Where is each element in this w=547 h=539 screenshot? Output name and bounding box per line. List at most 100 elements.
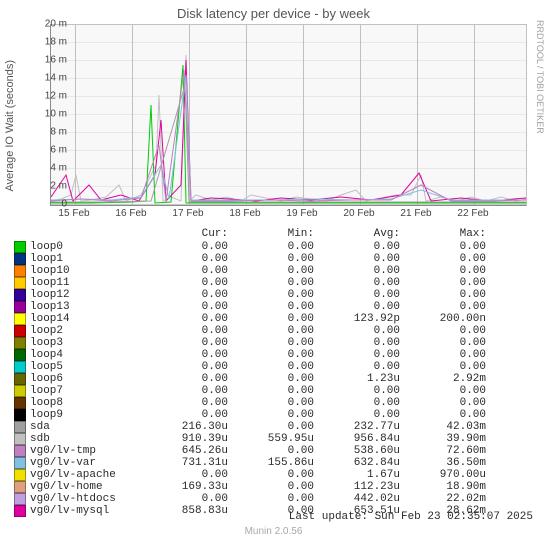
- cur-val: 0.00: [142, 301, 228, 313]
- legend-row: sda216.30u0.00232.77u42.03m: [14, 421, 486, 433]
- series-name: vg0/lv-tmp: [30, 445, 142, 457]
- cur-val: 0.00: [142, 349, 228, 361]
- min-val: 0.00: [228, 361, 314, 373]
- min-val: 0.00: [228, 373, 314, 385]
- series-name: vg0/lv-home: [30, 481, 142, 493]
- rrd-credit: RRDTOOL / TOBI OETIKER: [535, 20, 545, 134]
- series-name: vg0/lv-htdocs: [30, 493, 142, 505]
- swatch-icon: [14, 361, 26, 373]
- min-val: 0.00: [228, 349, 314, 361]
- series-name: sdb: [30, 433, 142, 445]
- series-name: loop4: [30, 349, 142, 361]
- cur-val: 0.00: [142, 361, 228, 373]
- cur-val: 0.00: [142, 397, 228, 409]
- avatar: 956.84u: [314, 433, 400, 445]
- swatch-icon: [14, 289, 26, 301]
- cur-val: 0.00: [142, 469, 228, 481]
- max-val: 0.00: [400, 301, 486, 313]
- swatch-icon: [14, 397, 26, 409]
- swatch-icon: [14, 325, 26, 337]
- chart-lines: [51, 25, 526, 205]
- swatch-icon: [14, 505, 26, 517]
- series-name: loop2: [30, 325, 142, 337]
- max-val: 0.00: [400, 409, 486, 421]
- cur-val: 0.00: [142, 241, 228, 253]
- legend-row: loop120.000.000.000.00: [14, 289, 486, 301]
- max-val: 0.00: [400, 325, 486, 337]
- legend-row: vg0/lv-var731.31u155.86u632.84u36.50m: [14, 457, 486, 469]
- legend-row: loop00.000.000.000.00: [14, 241, 486, 253]
- min-val: 0.00: [228, 325, 314, 337]
- cur-val: 0.00: [142, 493, 228, 505]
- swatch-icon: [14, 313, 26, 325]
- avatar: 0.00: [314, 301, 400, 313]
- ytick: 14 m: [45, 73, 67, 84]
- min-val: 0.00: [228, 397, 314, 409]
- series-name: loop11: [30, 277, 142, 289]
- ytick: 18 m: [45, 37, 67, 48]
- swatch-icon: [14, 241, 26, 253]
- cur-val: 910.39u: [142, 433, 228, 445]
- xtick: 15 Feb: [58, 208, 89, 219]
- min-val: 0.00: [228, 313, 314, 325]
- cur-val: 0.00: [142, 289, 228, 301]
- avatar: 112.23u: [314, 481, 400, 493]
- legend-row: vg0/lv-apache0.000.001.67u970.00u: [14, 469, 486, 481]
- avatar: 442.02u: [314, 493, 400, 505]
- legend-row: loop110.000.000.000.00: [14, 277, 486, 289]
- avatar: 0.00: [314, 265, 400, 277]
- last-update: Last update: Sun Feb 23 02:35:07 2025: [289, 511, 533, 523]
- avatar: 538.60u: [314, 445, 400, 457]
- min-val: 0.00: [228, 265, 314, 277]
- swatch-icon: [14, 481, 26, 493]
- xtick: 16 Feb: [115, 208, 146, 219]
- legend-row: loop70.000.000.000.00: [14, 385, 486, 397]
- ytick: 4 m: [50, 163, 67, 174]
- avatar: 0.00: [314, 325, 400, 337]
- series-name: loop13: [30, 301, 142, 313]
- swatch-icon: [14, 493, 26, 505]
- series-name: loop10: [30, 265, 142, 277]
- cur-val: 0.00: [142, 253, 228, 265]
- ytick: 2 m: [50, 181, 67, 192]
- min-val: 559.95u: [228, 433, 314, 445]
- min-val: 0.00: [228, 385, 314, 397]
- col-avg: Avg:: [314, 228, 400, 240]
- max-val: 0.00: [400, 361, 486, 373]
- swatch-icon: [14, 421, 26, 433]
- plot-area: [50, 24, 527, 206]
- max-val: 0.00: [400, 241, 486, 253]
- series-name: loop3: [30, 337, 142, 349]
- min-val: 0.00: [228, 277, 314, 289]
- xtick: 17 Feb: [172, 208, 203, 219]
- cur-val: 731.31u: [142, 457, 228, 469]
- cur-val: 0.00: [142, 373, 228, 385]
- swatch-icon: [14, 433, 26, 445]
- max-val: 0.00: [400, 289, 486, 301]
- min-val: 0.00: [228, 289, 314, 301]
- swatch-icon: [14, 265, 26, 277]
- col-cur: Cur:: [142, 228, 228, 240]
- avatar: 0.00: [314, 361, 400, 373]
- avatar: 0.00: [314, 409, 400, 421]
- min-val: 0.00: [228, 421, 314, 433]
- series-name: sda: [30, 421, 142, 433]
- legend-row: loop100.000.000.000.00: [14, 265, 486, 277]
- legend-row: loop20.000.000.000.00: [14, 325, 486, 337]
- min-val: 0.00: [228, 445, 314, 457]
- legend-row: loop80.000.000.000.00: [14, 397, 486, 409]
- cur-val: 645.26u: [142, 445, 228, 457]
- min-val: 0.00: [228, 493, 314, 505]
- legend-row: loop10.000.000.000.00: [14, 253, 486, 265]
- swatch-icon: [14, 445, 26, 457]
- max-val: 200.00n: [400, 313, 486, 325]
- max-val: 0.00: [400, 349, 486, 361]
- avatar: 632.84u: [314, 457, 400, 469]
- ytick: 10 m: [45, 109, 67, 120]
- swatch-icon: [14, 469, 26, 481]
- avatar: 0.00: [314, 253, 400, 265]
- chart-title: Disk latency per device - by week: [0, 6, 547, 21]
- max-val: 36.50m: [400, 457, 486, 469]
- max-val: 42.03m: [400, 421, 486, 433]
- max-val: 2.92m: [400, 373, 486, 385]
